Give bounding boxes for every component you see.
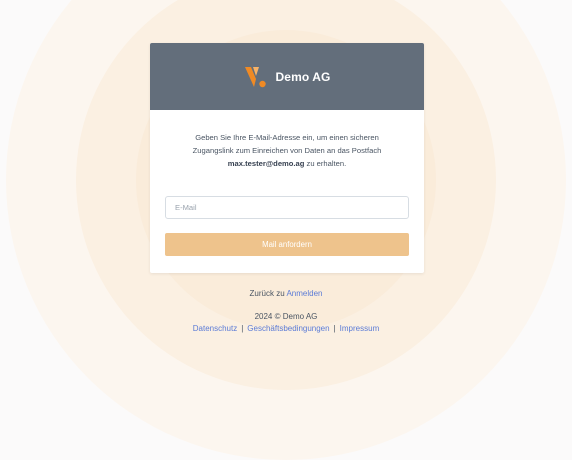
terms-link[interactable]: Geschäftsbedingungen [247, 324, 329, 333]
email-input[interactable] [165, 196, 409, 220]
brand-name: Demo AG [275, 69, 331, 84]
intro-text: Geben Sie Ihre E-Mail-Adresse ein, um ei… [165, 132, 409, 170]
card-header: Demo AG [150, 43, 424, 110]
footer-links: Datenschutz | Geschäftsbedingungen | Impress… [0, 324, 572, 333]
footer-separator: | [241, 324, 244, 333]
back-to-login: Zurück zu Anmelden [0, 289, 572, 298]
mailbox-email: max.tester@demo.ag [227, 158, 305, 168]
intro-suffix: zu erhalten. [304, 158, 347, 168]
card-body: Geben Sie Ihre E-Mail-Adresse ein, um ei… [150, 110, 424, 257]
intro-line-2: Zugangslink zum Einreichen von Daten an … [192, 145, 382, 155]
request-mail-button[interactable]: Mail anfordern [165, 233, 409, 257]
back-prefix: Zurück zu [249, 289, 287, 298]
imprint-link[interactable]: Impressum [340, 324, 380, 333]
footer-separator: | [333, 324, 336, 333]
privacy-link[interactable]: Datenschutz [193, 324, 237, 333]
copyright: 2024 © Demo AG [254, 312, 318, 321]
login-link[interactable]: Anmelden [286, 289, 322, 298]
login-card: Demo AG Geben Sie Ihre E-Mail-Adresse ei… [150, 43, 424, 273]
demo-logo-icon [244, 66, 266, 87]
intro-line-1: Geben Sie Ihre E-Mail-Adresse ein, um ei… [195, 133, 379, 142]
